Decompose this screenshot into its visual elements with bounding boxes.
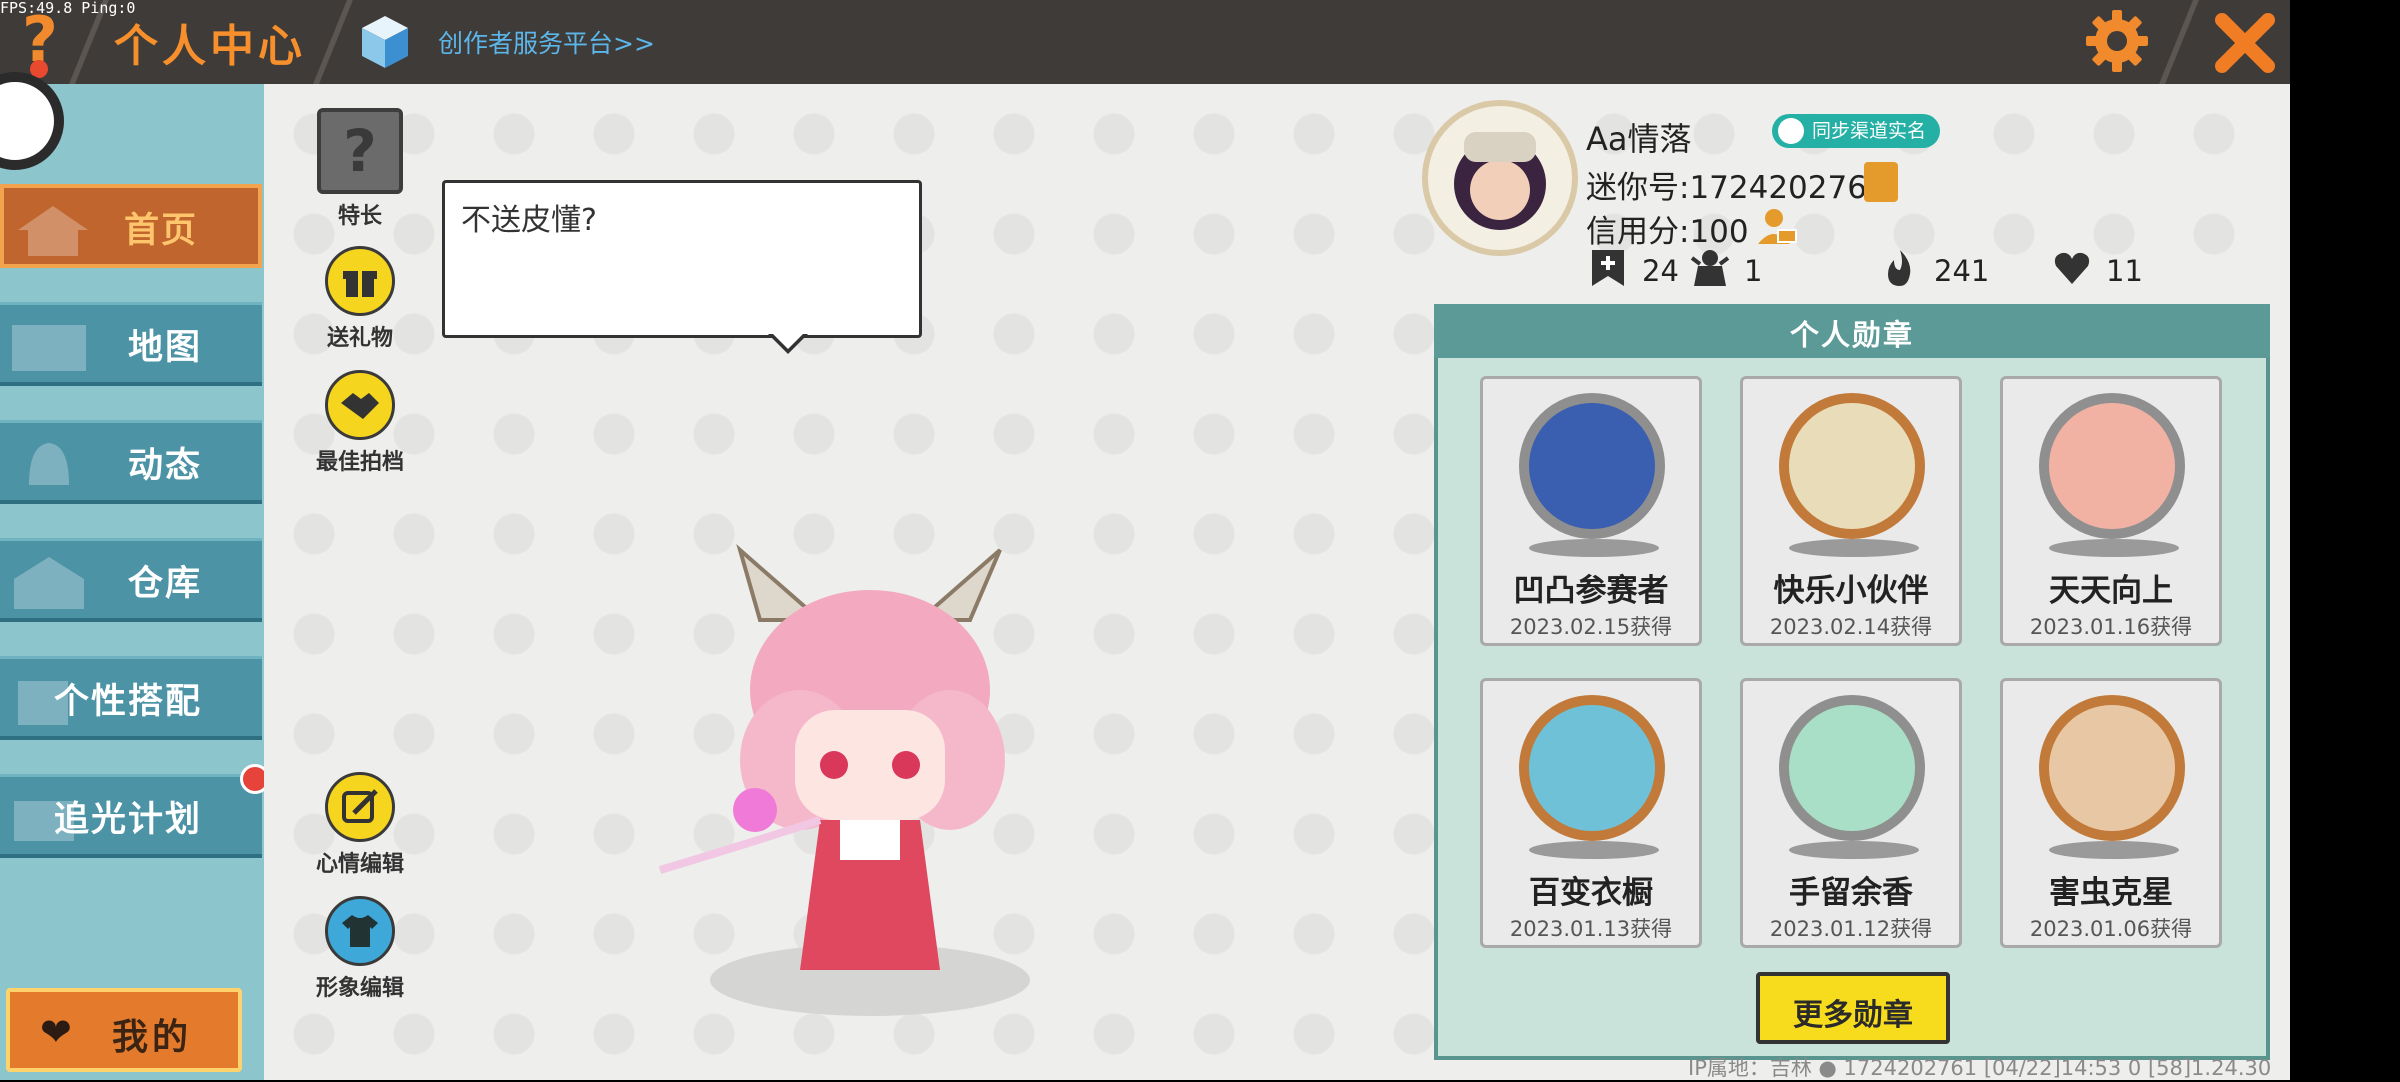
badge-card[interactable]: 凹凸参赛者 2023.02.15获得 — [1480, 376, 1702, 646]
sidebar-item-label: 追光计划 — [53, 800, 202, 840]
gear-icon[interactable] — [2084, 8, 2150, 74]
user-icon — [1778, 118, 1804, 144]
question-icon: ? — [317, 108, 403, 194]
avatar[interactable] — [1422, 100, 1578, 256]
credit-score: 信用分:100 — [1586, 214, 1749, 250]
sidebar-item-chase-light[interactable]: 追光计划 — [0, 774, 262, 858]
medal-shadow — [2049, 841, 2179, 859]
badge-medal-icon — [2039, 393, 2185, 539]
sidebar-item-label: 动态 — [127, 446, 202, 486]
mood-text: 不送皮懂? — [461, 203, 597, 238]
more-badges-button[interactable]: 更多勋章 — [1756, 972, 1950, 1044]
screen-edge — [2290, 0, 2400, 1080]
fire-icon — [1888, 250, 1911, 286]
sidebar-item-label: 首页 — [123, 211, 198, 251]
sync-badge-label: 同步渠道实名 — [1812, 120, 1927, 142]
badge-panel-title: 个人勋章 — [1789, 318, 1914, 352]
badge-card[interactable]: 手留余香 2023.01.12获得 — [1740, 678, 1962, 948]
mine-button-label: 我的 — [111, 1017, 192, 1058]
fps-readout: FPS:49.8 Ping:0 — [0, 0, 136, 17]
badge-card[interactable]: 害虫克星 2023.01.06获得 — [2000, 678, 2222, 948]
badge-medal-icon — [2039, 695, 2185, 841]
badge-panel-header: 个人勋章 — [1434, 304, 2270, 358]
sidebar-item-label: 个性搭配 — [53, 682, 202, 722]
copy-icon[interactable] — [1864, 162, 1898, 202]
sidebar-item-outfit[interactable]: 个性搭配 — [0, 656, 262, 740]
badge-name: 百变衣橱 — [1529, 875, 1653, 911]
gift-label: 送礼物 — [326, 326, 393, 351]
heart-icon — [2054, 252, 2090, 284]
badge-card[interactable]: 天天向上 2023.01.16获得 — [2000, 376, 2222, 646]
badge-name: 凹凸参赛者 — [1513, 573, 1669, 609]
badge-medal-icon — [1519, 393, 1665, 539]
cube-icon[interactable] — [360, 14, 410, 70]
partner-label: 最佳拍档 — [315, 450, 404, 475]
gift-icon — [325, 246, 395, 316]
nickname: Aa情落 — [1586, 120, 1692, 158]
edit-icon — [325, 772, 395, 842]
medal-shadow — [2049, 539, 2179, 557]
medal-shadow — [1789, 539, 1919, 557]
page-title: 个人中心 — [114, 21, 306, 72]
look-edit-label: 形象编辑 — [315, 976, 404, 1001]
badge-name: 手留余香 — [1789, 875, 1913, 911]
badge-name: 天天向上 — [2049, 573, 2173, 609]
badge-card[interactable]: 百变衣橱 2023.01.13获得 — [1480, 678, 1702, 948]
best-partner-button[interactable]: 最佳拍档 — [310, 370, 410, 476]
footer-info: IP属地：吉林 ● 1724202761 [04/22]14:53 0 [58]… — [1688, 1056, 2272, 1080]
badge-date: 2023.02.15获得 — [1509, 615, 1673, 639]
handshake-icon — [325, 370, 395, 440]
talent-button[interactable]: ? 特长 — [310, 108, 410, 230]
badge-date: 2023.01.06获得 — [2029, 917, 2193, 941]
badge-medal-icon — [1779, 393, 1925, 539]
sidebar-item-home[interactable]: 首页 — [0, 184, 262, 268]
talent-label: 特长 — [337, 204, 382, 229]
badge-date: 2023.01.16获得 — [2029, 615, 2193, 639]
fans-icon — [1690, 250, 1730, 286]
shirt-icon — [325, 896, 395, 966]
badge-date: 2023.01.13获得 — [1509, 917, 1673, 941]
heart-icon: ❤ — [40, 1010, 72, 1054]
badge-date: 2023.01.12获得 — [1769, 917, 1933, 941]
badge-card[interactable]: 快乐小伙伴 2023.02.14获得 — [1740, 376, 1962, 646]
gift-button[interactable]: 送礼物 — [310, 246, 410, 352]
mood-edit-button[interactable]: 心情编辑 — [310, 772, 410, 878]
stat-value: 241 — [1934, 254, 1990, 288]
medal-shadow — [1789, 841, 1919, 859]
more-badges-label: 更多勋章 — [1793, 998, 1913, 1033]
sidebar-item-feed[interactable]: 动态 — [0, 420, 262, 504]
realname-sync-badge[interactable]: 同步渠道实名 — [1772, 114, 1941, 148]
character-avatar[interactable] — [620, 520, 1080, 1020]
close-icon[interactable] — [2210, 8, 2280, 78]
badge-name: 快乐小伙伴 — [1773, 573, 1929, 609]
stat-value: 24 — [1642, 254, 1679, 288]
sidebar-item-label: 仓库 — [127, 564, 202, 604]
sidebar-item-map[interactable]: 地图 — [0, 302, 262, 386]
creator-platform-link[interactable]: 创作者服务平台>> — [438, 24, 655, 60]
badge-medal-icon — [1519, 695, 1665, 841]
medal-shadow — [1529, 539, 1659, 557]
mood-edit-label: 心情编辑 — [315, 852, 404, 877]
bookmark-plus-icon — [1592, 250, 1624, 286]
bubble-tail — [771, 332, 805, 349]
badge-date: 2023.02.14获得 — [1769, 615, 1933, 639]
sidebar-item-warehouse[interactable]: 仓库 — [0, 538, 262, 622]
badge-medal-icon — [1779, 695, 1925, 841]
credit-person-icon[interactable] — [1754, 206, 1798, 246]
mood-bubble[interactable]: 不送皮懂? — [442, 180, 922, 338]
mini-id: 迷你号:1724202761 — [1586, 170, 1887, 206]
badge-name: 害虫克星 — [2049, 875, 2173, 911]
medal-shadow — [1529, 841, 1659, 859]
sidebar-item-label: 地图 — [127, 328, 202, 368]
stat-value: 11 — [2106, 254, 2143, 288]
stat-value: 1 — [1744, 254, 1763, 288]
mine-button[interactable]: ❤ 我的 — [6, 988, 242, 1072]
look-edit-button[interactable]: 形象编辑 — [310, 896, 410, 1002]
